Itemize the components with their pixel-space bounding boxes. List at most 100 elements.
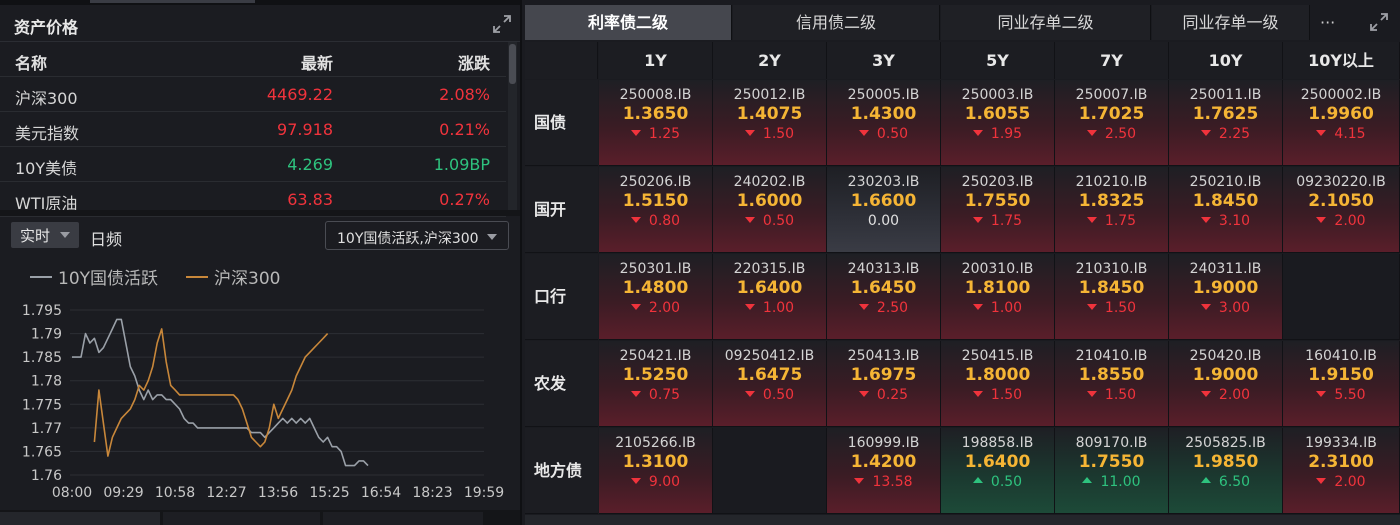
bond-code: 240311.IB: [1189, 261, 1262, 277]
y-tick-label: 1.785: [22, 350, 62, 366]
bond-yield: 1.7625: [1192, 104, 1259, 124]
bond-change-row: 4.15: [1283, 125, 1399, 143]
x-tick-label: 15:25: [309, 485, 349, 501]
bond-change: 1.25: [648, 126, 681, 142]
bottom-tab[interactable]: [0, 512, 160, 525]
bond-cell-adbc-5y[interactable]: 250415.IB 1.8000 1.50: [941, 341, 1055, 427]
y-tick-label: 1.79: [31, 327, 62, 343]
bond-cell-cdb-1y[interactable]: 250206.IB 1.5150 0.80: [599, 167, 713, 253]
bond-change: 11.00: [1100, 474, 1141, 490]
bond-cell-exim-1y[interactable]: 250301.IB 1.4800 2.00: [599, 254, 713, 340]
bond-cell-treasury-3y[interactable]: 250005.IB 1.4300 0.50: [827, 80, 941, 166]
scrollbar-thumb[interactable]: [509, 44, 516, 84]
asset-row[interactable]: 美元指数 97.918 0.21%: [0, 112, 506, 147]
col-header-10y-plus: 10Y以上: [1283, 42, 1400, 79]
bond-change-row: 1.50: [713, 125, 826, 143]
bond-cell-cdb-3y[interactable]: 230203.IB 1.6600 0.00: [827, 167, 941, 253]
bond-cell-adbc-10y-plus[interactable]: 160410.IB 1.9150 5.50: [1283, 341, 1400, 427]
row-header-adbc: 农发: [525, 341, 598, 427]
bond-cell-exim-7y[interactable]: 210310.IB 1.8450 1.50: [1055, 254, 1169, 340]
more-icon[interactable]: ···: [1320, 13, 1346, 33]
expand-icon[interactable]: [491, 13, 513, 35]
bond-cell-exim-2y[interactable]: 220315.IB 1.6400 1.00: [713, 254, 827, 340]
bond-cell-local-gov-3y[interactable]: 160999.IB 1.4200 13.58: [827, 428, 941, 514]
bond-cell-adbc-2y[interactable]: 09250412.IB 1.6475 0.50: [713, 341, 827, 427]
bond-change-row: 3.10: [1169, 212, 1282, 230]
bond-cell-exim-10y[interactable]: 240311.IB 1.9000 3.00: [1169, 254, 1283, 340]
bond-change-row: 0.50: [827, 125, 940, 143]
bond-change: 0.50: [762, 387, 795, 403]
bottom-tab[interactable]: [163, 512, 320, 525]
bond-yield: 1.4300: [850, 104, 917, 124]
bond-change: 2.50: [876, 300, 909, 316]
col-header-name: 名称: [15, 54, 48, 73]
bond-change-row: 0.50: [713, 386, 826, 404]
bond-cell-exim-3y[interactable]: 240313.IB 1.6450 2.50: [827, 254, 941, 340]
bond-cell-cdb-10y-plus[interactable]: 09230220.IB 2.1050 2.00: [1283, 167, 1400, 253]
x-tick-label: 19:59: [464, 485, 504, 501]
bond-cell-adbc-3y[interactable]: 250413.IB 1.6975 0.25: [827, 341, 941, 427]
x-tick-label: 16:54: [361, 485, 401, 501]
bond-change-row: 2.00: [599, 299, 712, 317]
bond-cell-cdb-10y[interactable]: 250210.IB 1.8450 3.10: [1169, 167, 1283, 253]
series-select[interactable]: 10Y国债活跃,沪深300: [325, 221, 509, 250]
bond-code: 250301.IB: [619, 261, 692, 277]
tab-rate-bond-secondary[interactable]: 利率债二级: [525, 5, 732, 40]
bond-code: 250005.IB: [847, 87, 920, 103]
arrow-down-icon: [1086, 391, 1097, 397]
bond-cell-local-gov-10y-plus[interactable]: 199334.IB 2.3100 2.00: [1283, 428, 1400, 514]
top-tab-indicator: [90, 0, 255, 3]
col-header-last: 最新: [300, 54, 333, 73]
arrow-down-icon: [1086, 304, 1097, 310]
bond-cell-cdb-2y[interactable]: 240202.IB 1.6000 0.50: [713, 167, 827, 253]
bond-cell-local-gov-7y[interactable]: 809170.IB 1.7550 11.00: [1055, 428, 1169, 514]
bond-change-row: 1.25: [599, 125, 712, 143]
tab-ncd-secondary[interactable]: 同业存单二级: [941, 5, 1151, 40]
bond-cell-local-gov-10y[interactable]: 2505825.IB 1.9850 6.50: [1169, 428, 1283, 514]
bond-cell-local-gov-1y[interactable]: 2105266.IB 1.3100 9.00: [599, 428, 713, 514]
bond-code: 250210.IB: [1189, 174, 1262, 190]
bond-code: 2500002.IB: [1300, 87, 1382, 103]
bond-cell-adbc-1y[interactable]: 250421.IB 1.5250 0.75: [599, 341, 713, 427]
asset-row[interactable]: 10Y美债 4.269 1.09BP: [0, 147, 506, 182]
bond-cell-treasury-2y[interactable]: 250012.IB 1.4075 1.50: [713, 80, 827, 166]
tab-ncd-primary[interactable]: 同业存单一级: [1152, 5, 1310, 40]
bond-change: 2.00: [648, 300, 681, 316]
tab-credit-bond-secondary[interactable]: 信用债二级: [733, 5, 940, 40]
expand-icon[interactable]: [1368, 11, 1390, 33]
bond-cell-adbc-7y[interactable]: 210410.IB 1.8550 1.50: [1055, 341, 1169, 427]
bond-yield: 1.6450: [850, 278, 917, 298]
asset-name: 沪深300: [15, 89, 78, 108]
arrow-down-icon: [744, 217, 755, 223]
bond-cell-exim-5y[interactable]: 200310.IB 1.8100 1.00: [941, 254, 1055, 340]
legend-item-bond[interactable]: 10Y国债活跃: [30, 264, 158, 289]
bond-cell-treasury-10y[interactable]: 250011.IB 1.7625 2.25: [1169, 80, 1283, 166]
bond-cell-treasury-1y[interactable]: 250008.IB 1.3650 1.25: [599, 80, 713, 166]
bond-yield: 1.6400: [736, 278, 803, 298]
realtime-dropdown[interactable]: 实时: [11, 222, 79, 248]
chart-controls: 实时 日频 10Y国债活跃,沪深300: [0, 216, 520, 256]
bond-change: 1.50: [762, 126, 795, 142]
bond-cell-cdb-7y[interactable]: 210210.IB 1.8325 1.75: [1055, 167, 1169, 253]
asset-table-scrollbar[interactable]: [508, 42, 517, 210]
bond-code: 2105266.IB: [615, 435, 696, 451]
bond-code: 250421.IB: [619, 348, 692, 364]
bottom-tab-strip: [0, 510, 520, 525]
bond-cell-adbc-10y[interactable]: 250420.IB 1.9000 2.00: [1169, 341, 1283, 427]
bond-cell-cdb-5y[interactable]: 250203.IB 1.7550 1.75: [941, 167, 1055, 253]
bond-yield: 2.3100: [1308, 452, 1374, 472]
intraday-line-chart[interactable]: 1.795 1.79 1.785 1.78 1.775 1.77 1.765 1.7608:0…: [0, 290, 520, 510]
bond-cell-treasury-7y[interactable]: 250007.IB 1.7025 2.50: [1055, 80, 1169, 166]
legend-item-index[interactable]: 沪深300: [186, 264, 280, 289]
asset-name: 美元指数: [15, 124, 80, 143]
arrow-down-icon: [630, 217, 641, 223]
asset-row[interactable]: 沪深300 4469.22 2.08%: [0, 77, 506, 112]
bond-change: 1.75: [1104, 213, 1137, 229]
bond-cell-treasury-10y-plus[interactable]: 2500002.IB 1.9960 4.15: [1283, 80, 1400, 166]
daily-button[interactable]: 日频: [90, 226, 122, 250]
x-tick-label: 13:56: [258, 485, 298, 501]
bond-cell-local-gov-5y[interactable]: 198858.IB 1.6400 0.50: [941, 428, 1055, 514]
bottom-tab[interactable]: [323, 512, 483, 525]
bond-change: 2.00: [1334, 474, 1366, 490]
bond-cell-treasury-5y[interactable]: 250003.IB 1.6055 1.95: [941, 80, 1055, 166]
